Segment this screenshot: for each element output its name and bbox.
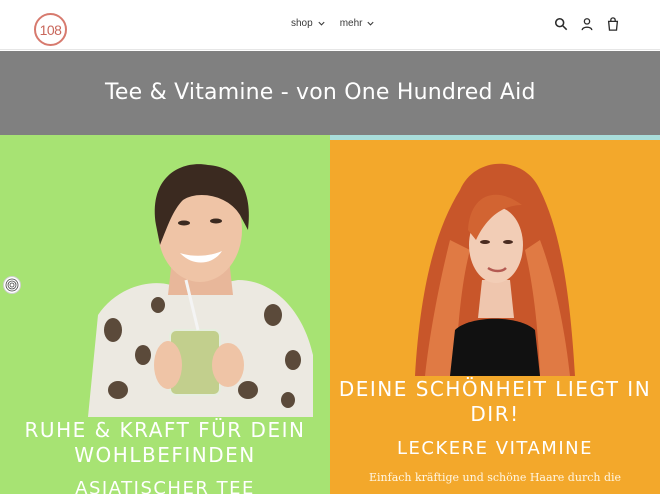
- nav-item-shop[interactable]: shop: [291, 18, 326, 29]
- vitamins-heading-line1: DEINE SCHÖNHEIT LIEGT IN: [338, 377, 652, 401]
- account-icon[interactable]: [580, 17, 594, 31]
- search-icon[interactable]: [554, 17, 568, 31]
- woman-red-hair-image: [415, 163, 575, 376]
- fingerprint-widget[interactable]: [3, 276, 21, 294]
- nav-item-label: mehr: [339, 18, 363, 29]
- woman-drinking-tea-image: [88, 164, 313, 417]
- vitamins-heading-line2: DIR!: [470, 402, 520, 426]
- nav-item-mehr[interactable]: mehr: [340, 18, 376, 29]
- chevron-down-icon: [367, 21, 375, 26]
- main-nav: shop mehr: [291, 18, 375, 29]
- nav-item-label: shop: [291, 18, 313, 29]
- vitamins-description: Einfach kräftige und schöne Haare durch …: [368, 471, 622, 484]
- tea-heading-line2: WOHLBEFINDEN: [74, 443, 256, 467]
- fingerprint-icon: [5, 278, 19, 292]
- tea-heading-line1: RUHE & KRAFT FÜR DEIN: [24, 418, 306, 442]
- page-title: Tee & Vitamine - von One Hundred Aid: [105, 80, 536, 105]
- vitamins-heading: DEINE SCHÖNHEIT LIEGT IN DIR!: [330, 377, 660, 427]
- tea-subheading: ASIATISCHER TEE: [75, 478, 255, 494]
- logo[interactable]: 108: [34, 13, 67, 46]
- cart-icon[interactable]: [606, 17, 620, 31]
- tea-heading: RUHE & KRAFT FÜR DEIN WOHLBEFINDEN: [10, 418, 320, 468]
- vitamins-subheading: LECKERE VITAMINE: [397, 438, 593, 459]
- page: 108 shop mehr Tee & Vitamine - von One H…: [0, 0, 660, 494]
- chevron-down-icon: [318, 21, 325, 26]
- header-icons: [554, 17, 620, 31]
- site-header: 108 shop mehr: [0, 0, 660, 50]
